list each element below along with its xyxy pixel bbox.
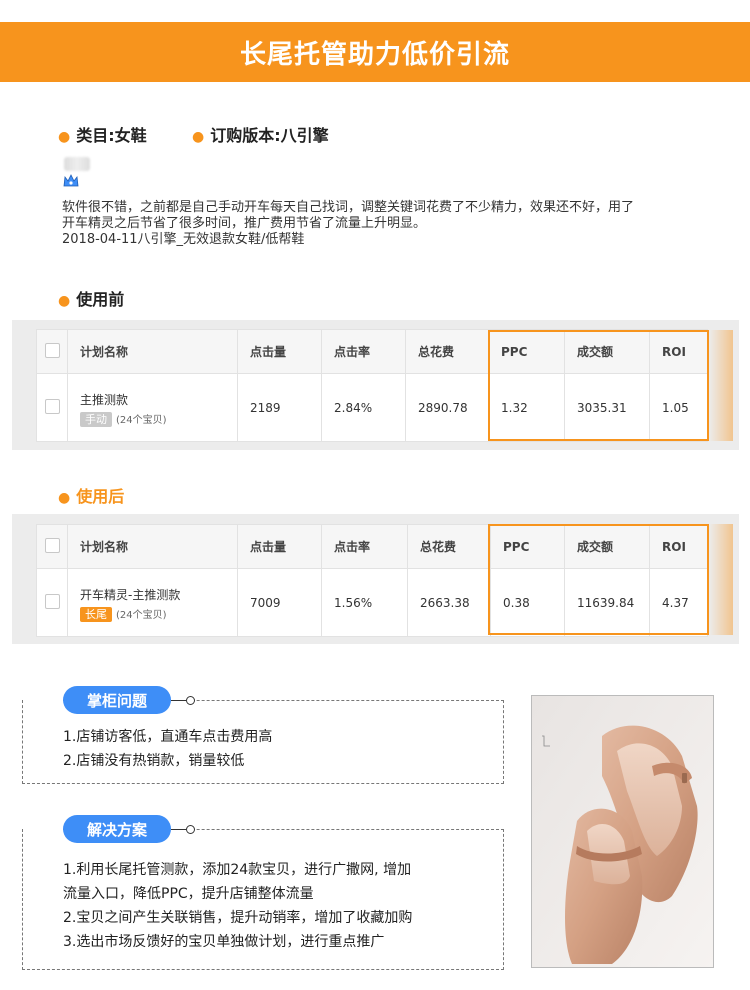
circle-icon [186, 696, 195, 705]
col-clicks: 点击量 [237, 329, 322, 374]
category-label: ● 类目:女鞋 [58, 126, 147, 145]
cell-ppc: 0.38 [490, 568, 565, 637]
col-roi: ROI [649, 524, 708, 569]
list-item: 1.店铺访客低，直通车点击费用高 [63, 729, 273, 745]
col-roi: ROI [649, 329, 708, 374]
problems-heading: 掌柜问题 [63, 686, 171, 714]
banner-title: 长尾托管助力低价引流 [239, 39, 510, 70]
plan-name: 开车精灵-主推测款 [80, 587, 181, 602]
solutions-list: 1.利用长尾托管测款，添加24款宝贝，进行广撒网, 增加 流量入口，降低PPC，… [63, 858, 412, 954]
col-ppc: PPC [490, 524, 565, 569]
section-title-after: ● 使用后 [58, 487, 125, 506]
plan-count: (24个宝贝) [116, 609, 167, 621]
cell-roi: 4.37 [649, 568, 708, 637]
before-table: 计划名称 点击量 点击率 总花费 PPC 成交额 ROI 主推测款 手动 (24个… [36, 329, 708, 442]
col-plan-name: 计划名称 [67, 329, 238, 374]
version-label: ● 订购版本:八引擎 [192, 126, 329, 145]
table-row: 开车精灵-主推测款 长尾 (24个宝贝) 7009 1.56% 2663.38 0… [36, 568, 708, 637]
cell-roi: 1.05 [649, 373, 708, 442]
table-row: 主推测款 手动 (24个宝贝) 2189 2.84% 2890.78 1.32 3… [36, 373, 708, 442]
connector-line [171, 829, 186, 830]
row-checkbox[interactable] [36, 568, 68, 637]
bullet-dot-icon: ● [58, 490, 71, 506]
problems-list: 1.店铺访客低，直通车点击费用高 2.店铺没有热销款，销量较低 [63, 725, 272, 773]
cell-sales: 11639.84 [564, 568, 650, 637]
after-table: 计划名称 点击量 点击率 总花费 PPC 成交额 ROI 开车精灵-主推测款 长… [36, 524, 708, 637]
section-title-before: ● 使用前 [58, 290, 125, 309]
shoe-photo [532, 696, 713, 967]
bullet-dot-icon: ● [192, 129, 205, 145]
before-table-panel: 计划名称 点击量 点击率 总花费 PPC 成交额 ROI 主推测款 手动 (24个… [12, 320, 739, 450]
col-cost: 总花费 [405, 329, 489, 374]
user-avatar [64, 157, 90, 171]
col-ctr: 点击率 [321, 329, 406, 374]
select-all-checkbox[interactable] [36, 524, 68, 569]
connector-line [171, 700, 186, 701]
plan-cell: 开车精灵-主推测款 长尾 (24个宝贝) [67, 568, 238, 637]
cell-cost: 2890.78 [405, 373, 489, 442]
row-checkbox[interactable] [36, 373, 68, 442]
bullet-dot-icon: ● [58, 129, 71, 145]
review-line: 开车精灵之后节省了很多时间，推广费用节省了流量上升明显。 [62, 216, 427, 231]
col-ctr: 点击率 [321, 524, 408, 569]
col-plan-name: 计划名称 [67, 524, 238, 569]
crown-icon [63, 174, 79, 187]
review-line: 软件很不错，之前都是自己手动开车每天自己找词，调整关键词花费了不少精力，效果还不… [62, 200, 635, 215]
after-table-panel: 计划名称 点击量 点击率 总花费 PPC 成交额 ROI 开车精灵-主推测款 长… [12, 514, 739, 644]
select-all-checkbox[interactable] [36, 329, 68, 374]
cell-cost: 2663.38 [407, 568, 491, 637]
cell-clicks: 7009 [237, 568, 322, 637]
circle-icon [186, 825, 195, 834]
cell-clicks: 2189 [237, 373, 322, 442]
plan-count: (24个宝贝) [116, 414, 167, 426]
plan-tag: 手动 [80, 411, 112, 427]
plan-tag: 长尾 [80, 606, 112, 622]
col-sales: 成交额 [564, 524, 650, 569]
col-ppc: PPC [488, 329, 565, 374]
plan-cell: 主推测款 手动 (24个宝贝) [67, 373, 238, 442]
product-image [531, 695, 714, 968]
col-clicks: 点击量 [237, 524, 322, 569]
customer-review: 软件很不错，之前都是自己手动开车每天自己找词，调整关键词花费了不少精力，效果还不… [62, 200, 712, 248]
bullet-dot-icon: ● [58, 293, 71, 309]
page-banner: 长尾托管助力低价引流 [0, 22, 750, 82]
highlight-fade [709, 330, 733, 441]
list-item: 2.店铺没有热销款，销量较低 [63, 753, 245, 769]
box-gap [23, 829, 63, 830]
plan-name: 主推测款 [80, 392, 129, 407]
solutions-box: 1.利用长尾托管测款，添加24款宝贝，进行广撒网, 增加 流量入口，降低PPC，… [22, 829, 504, 970]
box-gap [23, 700, 63, 701]
solutions-heading: 解决方案 [63, 815, 171, 843]
col-sales: 成交额 [564, 329, 650, 374]
cell-ppc: 1.32 [488, 373, 565, 442]
list-item: 1.利用长尾托管测款，添加24款宝贝，进行广撒网, 增加 [63, 862, 412, 878]
col-cost: 总花费 [407, 524, 491, 569]
list-item: 流量入口，降低PPC，提升店铺整体流量 [63, 886, 314, 902]
cell-sales: 3035.31 [564, 373, 650, 442]
review-date: 2018-04-11八引擎_无效退款女鞋/低帮鞋 [62, 232, 305, 247]
list-item: 3.选出市场反馈好的宝贝单独做计划，进行重点推广 [63, 934, 385, 950]
cell-ctr: 2.84% [321, 373, 406, 442]
highlight-fade [709, 524, 733, 635]
list-item: 2.宝贝之间产生关联销售，提升动销率，增加了收藏加购 [63, 910, 413, 926]
cell-ctr: 1.56% [321, 568, 408, 637]
